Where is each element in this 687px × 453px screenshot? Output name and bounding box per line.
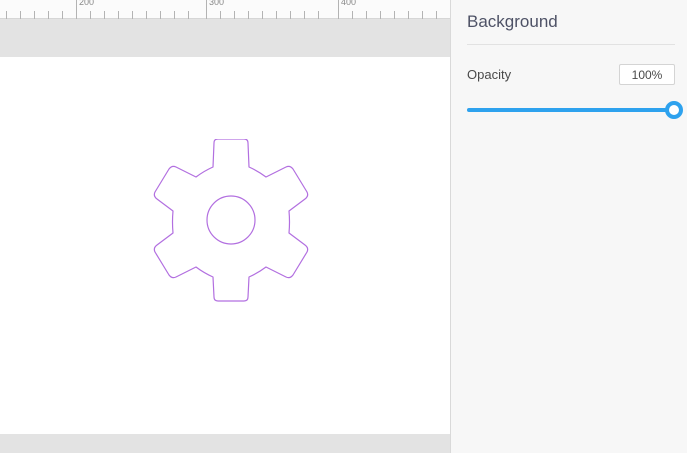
panel-title: Background	[467, 12, 558, 31]
ruler-label-300: 300	[209, 0, 225, 7]
opacity-slider-track[interactable]	[467, 108, 667, 112]
horizontal-ruler: 200 300 400	[0, 0, 450, 19]
artboard[interactable]	[0, 57, 450, 434]
editor-window: 200 300 400 Background Opacity	[0, 0, 687, 453]
canvas-area[interactable]: 200 300 400	[0, 0, 450, 453]
ruler-label-200: 200	[79, 0, 95, 7]
opacity-input[interactable]	[619, 64, 675, 85]
opacity-slider-thumb[interactable]	[665, 101, 683, 119]
ruler-ticks	[6, 0, 437, 19]
ruler-label-400: 400	[341, 0, 357, 7]
properties-panel: Background Opacity	[450, 0, 687, 453]
panel-divider	[467, 44, 675, 45]
opacity-label: Opacity	[467, 67, 512, 82]
gear-icon[interactable]	[152, 138, 312, 305]
